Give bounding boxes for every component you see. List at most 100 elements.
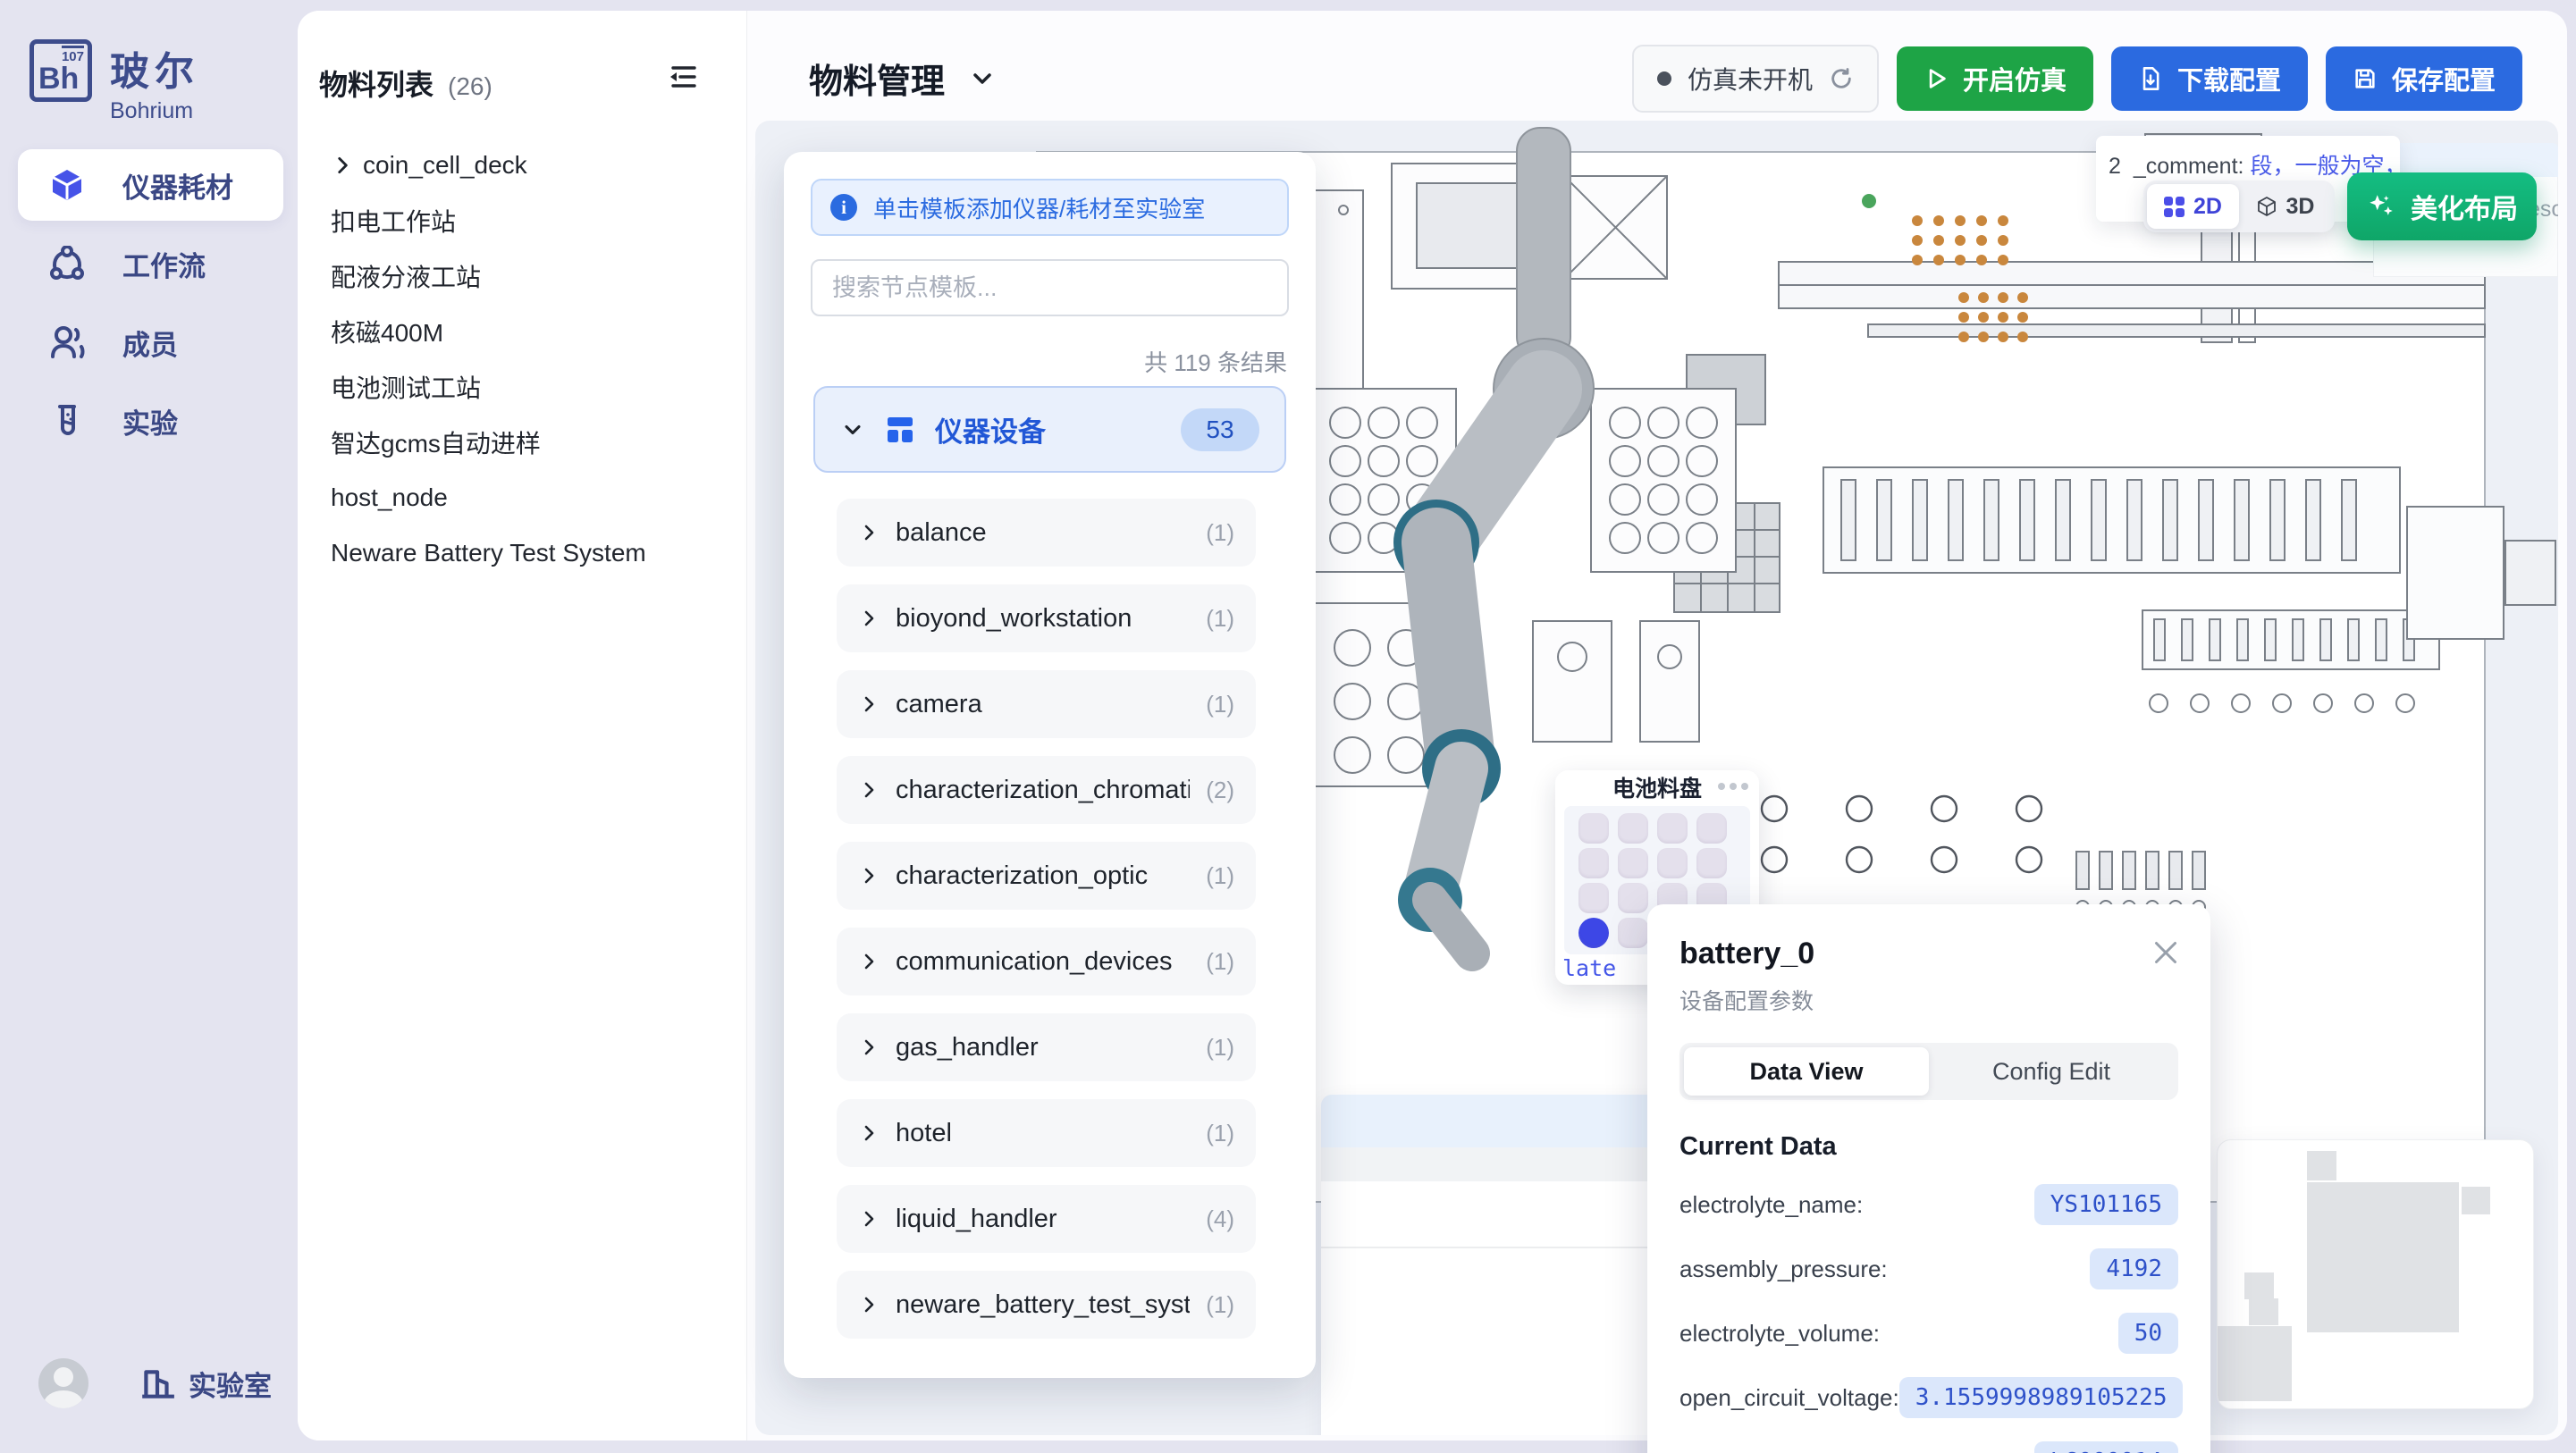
tray-slot[interactable] (1578, 848, 1609, 878)
template-item-label: characterization_optic (896, 861, 1190, 891)
template-item-characterization-optic[interactable]: characterization_optic (1) (837, 842, 1256, 910)
toggle-3d-label: 3D (2286, 194, 2315, 220)
lab-switcher[interactable]: 实验室 (139, 1364, 272, 1404)
collapse-panel-icon[interactable] (668, 61, 700, 93)
tray-slot[interactable] (1618, 813, 1648, 844)
toggle-2d-label: 2D (2193, 194, 2222, 220)
refresh-icon[interactable] (1829, 66, 1854, 91)
toggle-2d[interactable]: 2D (2147, 184, 2239, 229)
materials-count: (26) (448, 72, 492, 101)
dashboard-icon (887, 416, 913, 443)
template-item-gas-handler[interactable]: gas_handler (1) (837, 1013, 1256, 1081)
beautify-layout-button[interactable]: 美化布局 (2347, 172, 2537, 240)
template-item-count: (1) (1206, 1291, 1234, 1319)
template-search-input[interactable] (811, 259, 1289, 316)
tab-config-edit[interactable]: Config Edit (1929, 1047, 2174, 1096)
sidebar-item-label: 仪器耗材 (122, 165, 233, 206)
save-label: 保存配置 (2392, 60, 2496, 97)
banner-text: 单击模板添加仪器/耗材至实验室 (873, 191, 1205, 224)
tray-slot[interactable] (1618, 848, 1648, 878)
start-simulation-button[interactable]: 开启仿真 (1897, 46, 2093, 111)
template-panel: i 单击模板添加仪器/耗材至实验室 共 119 条结果 仪器设备 53 bala… (784, 152, 1316, 1378)
chevron-right-icon (858, 1122, 880, 1144)
material-item[interactable]: 电池测试工站 (298, 359, 746, 415)
battery-tabs: Data View Config Edit (1679, 1043, 2178, 1100)
tray-slot[interactable] (1696, 813, 1727, 844)
close-icon[interactable] (2150, 936, 2182, 969)
template-item-liquid-handler[interactable]: liquid_handler (4) (837, 1185, 1256, 1253)
sidebar-item-experiments[interactable]: 实验 (18, 385, 283, 457)
material-item[interactable]: 扣电工作站 (298, 193, 746, 248)
minimap[interactable] (2217, 1139, 2534, 1409)
user-avatar[interactable] (38, 1358, 88, 1408)
data-value: 4192 (2090, 1248, 2178, 1289)
battery-panel-title: battery_0 (1679, 936, 2178, 971)
category-instruments[interactable]: 仪器设备 53 (813, 386, 1286, 473)
template-item-neware-battery-test-system[interactable]: neware_battery_test_system (1) (837, 1271, 1256, 1339)
data-label: open_circuit_voltage: (1679, 1384, 1899, 1412)
tray-slot[interactable] (1696, 848, 1727, 878)
logo-name-en: Bohrium (110, 98, 199, 124)
tray-slot-selected[interactable] (1578, 918, 1609, 948)
battery-detail-panel: battery_0 设备配置参数 Data View Config Edit C… (1647, 904, 2210, 1453)
chevron-right-icon (858, 522, 880, 543)
tab-data-view[interactable]: Data View (1684, 1047, 1929, 1096)
tray-slot[interactable] (1657, 813, 1688, 844)
workflow-icon (49, 246, 85, 281)
material-label: 智达gcms自动进样 (331, 424, 541, 460)
save-config-button[interactable]: 保存配置 (2326, 46, 2522, 111)
material-item-coin-cell-deck[interactable]: coin_cell_deck (298, 138, 746, 193)
status-dot-icon (1657, 71, 1671, 86)
tray-slot[interactable] (1578, 813, 1609, 844)
template-item-communication-devices[interactable]: communication_devices (1) (837, 928, 1256, 995)
bohrium-logo: 107 Bh 玻尔 Bohrium (29, 39, 199, 124)
logo-element-symbol: Bh (38, 62, 79, 97)
template-item-label: neware_battery_test_system (896, 1290, 1190, 1320)
material-item[interactable]: 配液分液工站 (298, 248, 746, 304)
simulation-status-pill[interactable]: 仿真未开机 (1632, 45, 1879, 113)
chevron-right-icon (331, 154, 354, 177)
chevron-right-icon (858, 608, 880, 629)
template-hint-banner: i 单击模板添加仪器/耗材至实验室 (811, 179, 1289, 236)
data-label: electrolyte_name: (1679, 1191, 1863, 1219)
sidebar-item-members[interactable]: 成员 (18, 307, 283, 378)
tray-slot[interactable] (1618, 918, 1648, 948)
beautify-label: 美化布局 (2411, 187, 2518, 226)
tray-slot[interactable] (1657, 848, 1688, 878)
category-label: 仪器设备 (935, 409, 1159, 449)
template-item-characterization-chromatic[interactable]: characterization_chromatic (2) (837, 756, 1256, 824)
template-item-count: (4) (1206, 1205, 1234, 1233)
download-config-button[interactable]: 下载配置 (2111, 46, 2308, 111)
template-item-bioyond-workstation[interactable]: bioyond_workstation (1) (837, 584, 1256, 652)
page-title-dropdown[interactable]: 物料管理 (809, 54, 997, 103)
template-item-count: (2) (1206, 777, 1234, 804)
results-count: 共 119 条结果 (1144, 345, 1287, 378)
template-item-balance[interactable]: balance (1) (837, 499, 1256, 567)
toggle-3d[interactable]: 3D (2239, 184, 2331, 229)
sidebar: 107 Bh 玻尔 Bohrium 仪器耗材 工作流 (0, 0, 298, 1453)
template-item-camera[interactable]: camera (1) (837, 670, 1256, 738)
tray-slot[interactable] (1618, 883, 1648, 913)
data-label: data_electrolyte_code: (1679, 1449, 1914, 1453)
material-item[interactable]: 智达gcms自动进样 (298, 415, 746, 470)
download-file-icon (2138, 66, 2163, 91)
sidebar-item-instruments[interactable]: 仪器耗材 (18, 149, 283, 221)
sidebar-item-workflow[interactable]: 工作流 (18, 228, 283, 299)
data-row-assembly-pressure: assembly_pressure: 4192 (1679, 1247, 2178, 1290)
material-item[interactable]: 核磁400M (298, 304, 746, 359)
template-item-hotel[interactable]: hotel (1) (837, 1099, 1256, 1167)
data-row-electrolyte-volume: electrolyte_volume: 50 (1679, 1312, 2178, 1355)
more-options-icon[interactable] (1718, 783, 1748, 790)
chevron-right-icon (858, 779, 880, 801)
template-item-label: hotel (896, 1119, 1190, 1148)
data-label: assembly_pressure: (1679, 1256, 1888, 1283)
chevron-down-icon (840, 417, 865, 442)
app-root: 107 Bh 玻尔 Bohrium 仪器耗材 工作流 (0, 0, 2576, 1453)
chevron-right-icon (858, 865, 880, 886)
tray-slot[interactable] (1578, 883, 1609, 913)
material-item[interactable]: host_node (298, 470, 746, 525)
template-item-label: characterization_chromatic (896, 776, 1190, 805)
info-icon: i (830, 194, 857, 221)
logo-name-zh: 玻尔 (110, 39, 199, 97)
material-item[interactable]: Neware Battery Test System (298, 525, 746, 581)
